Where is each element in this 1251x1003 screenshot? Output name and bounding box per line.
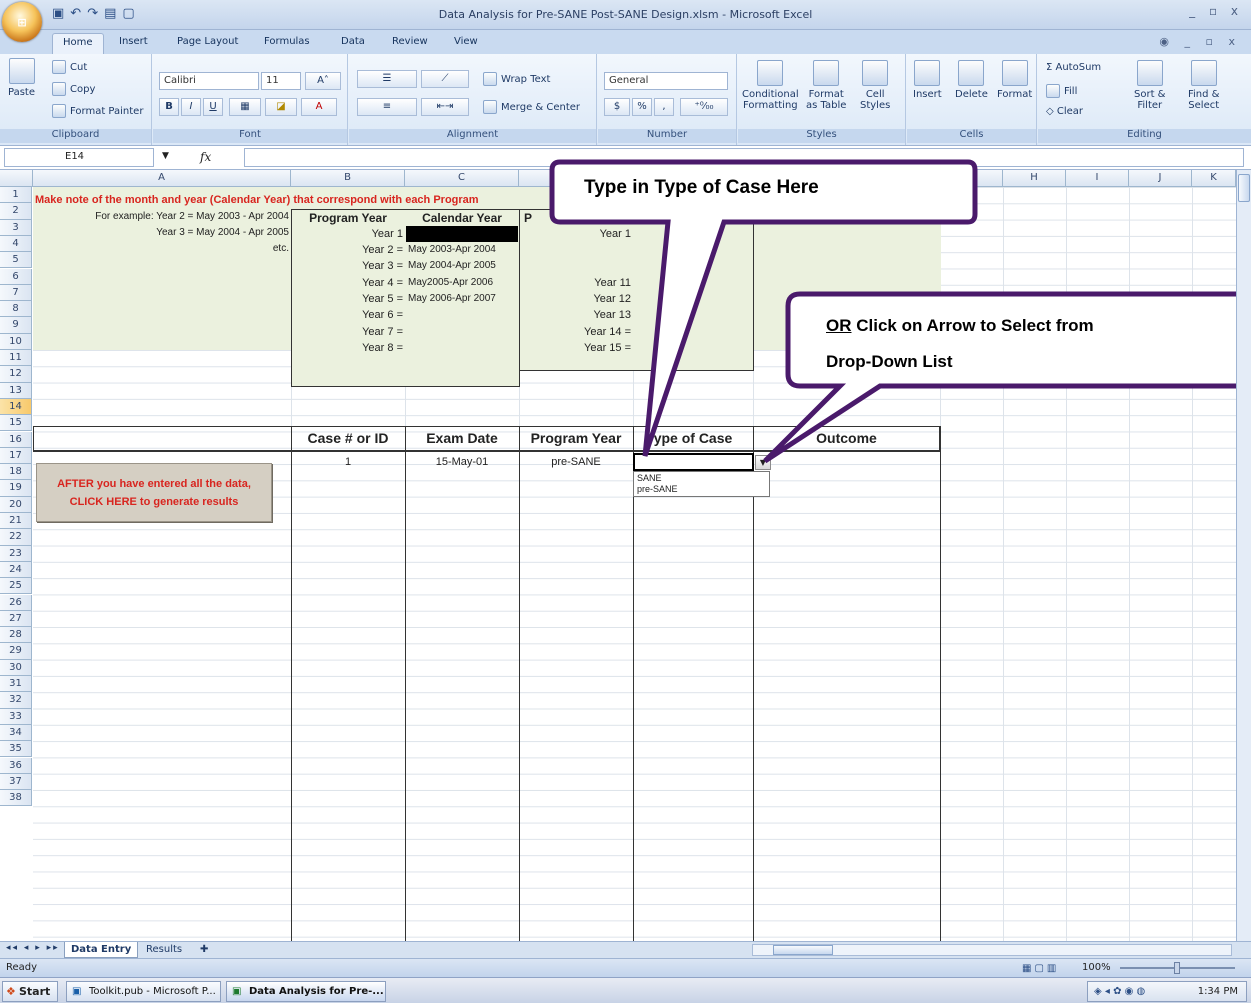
zoom-slider[interactable] xyxy=(1120,962,1235,974)
row-header[interactable]: 2 xyxy=(0,203,32,220)
status-bar: Ready ▦▢▥ 100% xyxy=(0,958,1251,977)
row-header[interactable]: 26 xyxy=(0,594,32,611)
taskbar-item-publisher[interactable]: ▣ Toolkit.pub - Microsoft P... xyxy=(66,981,221,1002)
horizontal-scrollbar-thumb[interactable] xyxy=(773,945,833,955)
callout-dropdown-text-2: Drop-Down List xyxy=(826,352,953,371)
row-header[interactable]: 29 xyxy=(0,643,32,660)
row-header[interactable]: 13 xyxy=(0,382,32,399)
row-header[interactable]: 17 xyxy=(0,447,32,465)
row-header[interactable]: 8 xyxy=(0,301,32,318)
row-header[interactable]: 19 xyxy=(0,480,32,497)
row-header[interactable]: 21 xyxy=(0,513,32,530)
vertical-scrollbar[interactable] xyxy=(1236,170,1251,941)
row-header[interactable]: 23 xyxy=(0,545,32,562)
system-tray: ◈ ◂ ✿ ◉ ◍ 1:34 PM xyxy=(1087,981,1247,1002)
excel-icon: ▣ xyxy=(232,986,242,997)
windows-logo-icon: ❖ xyxy=(6,985,16,998)
row-header[interactable]: 35 xyxy=(0,741,32,758)
row-header[interactable]: 12 xyxy=(0,366,32,383)
taskbar: ❖ Start ▣ Toolkit.pub - Microsoft P... ▣ Da… xyxy=(0,977,1251,1003)
office-logo-icon: ⊞ xyxy=(17,15,27,29)
callout-type-here-text: Type in Type of Case Here xyxy=(584,177,819,198)
sheet-tab-results[interactable]: Results xyxy=(140,942,188,958)
tray-icons[interactable]: ◈ ◂ ✿ ◉ ◍ xyxy=(1094,982,1145,1001)
row-header[interactable]: 20 xyxy=(0,496,32,513)
row-header[interactable]: 6 xyxy=(0,268,32,285)
callout-dropdown-text: OR Click on Arrow to Select from xyxy=(826,316,1094,335)
row-header[interactable]: 4 xyxy=(0,235,32,253)
row-header[interactable]: 3 xyxy=(0,219,32,236)
row-header[interactable]: 11 xyxy=(0,350,32,367)
row-header[interactable]: 32 xyxy=(0,692,32,709)
row-header[interactable]: 31 xyxy=(0,676,32,693)
start-button[interactable]: ❖ Start xyxy=(2,981,58,1002)
horizontal-scrollbar[interactable] xyxy=(752,944,1232,956)
callout-shapes xyxy=(549,159,1251,464)
row-header[interactable]: 25 xyxy=(0,578,32,595)
zoom-level[interactable]: 100% xyxy=(1082,959,1111,977)
insert-sheet-icon[interactable]: ✚ xyxy=(194,942,214,958)
row-header[interactable]: 33 xyxy=(0,708,32,725)
row-header[interactable]: 28 xyxy=(0,627,32,644)
row-header[interactable]: 9 xyxy=(0,317,32,334)
row-header[interactable]: 38 xyxy=(0,790,32,807)
row-header[interactable]: 1 xyxy=(0,187,32,204)
callout-or-word: OR xyxy=(826,316,852,335)
scrollbar-thumb[interactable] xyxy=(1238,174,1250,202)
row-header[interactable]: 34 xyxy=(0,724,32,742)
row-header[interactable]: 27 xyxy=(0,610,32,628)
row-header[interactable]: 5 xyxy=(0,252,32,269)
clock: 1:34 PM xyxy=(1197,986,1238,997)
row-header[interactable]: 24 xyxy=(0,561,32,579)
row-header[interactable]: 16 xyxy=(0,431,32,448)
view-buttons[interactable]: ▦▢▥ xyxy=(1022,960,1059,978)
row-header[interactable]: 15 xyxy=(0,415,32,432)
zoom-slider-thumb[interactable] xyxy=(1174,962,1180,974)
row-header[interactable]: 22 xyxy=(0,529,32,546)
taskbar-item-excel[interactable]: ▣ Data Analysis for Pre-... xyxy=(226,981,386,1002)
row-header[interactable]: 14 xyxy=(0,398,32,416)
sheet-tab-data-entry[interactable]: Data Entry xyxy=(64,942,139,958)
sheet-nav-arrows[interactable]: ◂◂ ◂ ▸ ▸▸ xyxy=(6,943,60,953)
row-header[interactable]: 36 xyxy=(0,757,32,774)
row-header[interactable]: 30 xyxy=(0,659,32,676)
sheet-tab-bar: ◂◂ ◂ ▸ ▸▸ Data Entry Results ✚ xyxy=(0,941,1251,958)
publisher-icon: ▣ xyxy=(72,986,82,997)
row-header[interactable]: 37 xyxy=(0,773,32,791)
office-button[interactable]: ⊞ xyxy=(2,2,42,42)
row-header[interactable]: 18 xyxy=(0,464,32,481)
row-header[interactable]: 10 xyxy=(0,333,32,350)
status-ready: Ready xyxy=(6,962,38,973)
row-header[interactable]: 7 xyxy=(0,284,32,302)
